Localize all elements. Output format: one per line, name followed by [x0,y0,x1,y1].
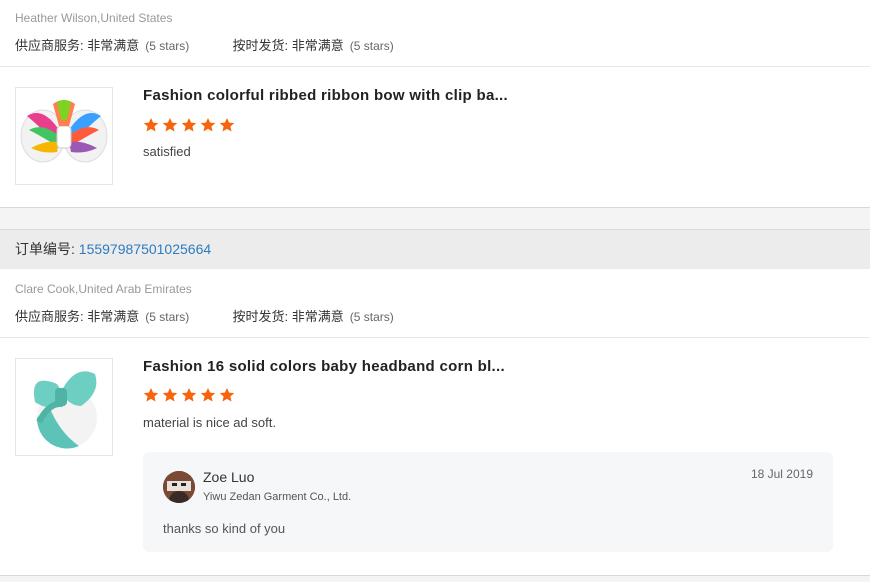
product-thumbnail[interactable] [15,358,113,456]
product-title[interactable]: Fashion colorful ribbed ribbon bow with … [143,87,508,104]
seller-ratings: 供应商服务: 非常满意 (5 stars) 按时发货: 非常满意 (5 stars) [15,35,394,54]
star-icon [200,118,216,132]
star-icon [162,118,178,132]
reply-date: 18 Jul 2019 [750,467,813,481]
avatar [163,471,195,503]
supplier-service-value: 非常满意 [87,309,140,324]
divider [0,337,870,338]
on-time-shipment-stars: (5 stars) [349,39,394,53]
supplier-service-value: 非常满意 [87,38,140,53]
star-icon [143,118,159,132]
review-card-2: Clare Cook,United Arab Emirates 供应商服务: 非… [0,269,870,576]
supplier-service-label: 供应商服务: [15,38,84,53]
supplier-service-stars: (5 stars) [145,310,190,324]
on-time-shipment-label: 按时发货: [232,309,289,324]
supplier-service-label: 供应商服务: [15,309,84,324]
reply-company: Yiwu Zedan Garment Co., Ltd. [203,491,352,503]
product-thumbnail[interactable] [15,87,113,185]
on-time-shipment-stars: (5 stars) [349,310,394,324]
review-comment: material is nice ad soft. [143,415,276,430]
on-time-shipment-value: 非常满意 [291,38,344,53]
divider [0,66,870,67]
star-icon [219,388,235,402]
mint-bow-headband-image [33,371,97,449]
on-time-shipment-value: 非常满意 [291,309,344,324]
order-number-link[interactable]: 15597987501025664 [79,241,211,257]
star-icon [181,388,197,402]
rainbow-ribbon-bow-image [20,100,108,163]
supplier-service-stars: (5 stars) [145,39,190,53]
star-rating [143,117,235,137]
star-rating [143,387,235,407]
seller-ratings: 供应商服务: 非常满意 (5 stars) 按时发货: 非常满意 (5 stars) [15,306,394,325]
order-number-bar: 订单编号: 15597987501025664 [0,229,870,269]
review-card-1: Heather Wilson,United States 供应商服务: 非常满意… [0,0,870,208]
star-icon [219,118,235,132]
star-icon [143,388,159,402]
star-icon [181,118,197,132]
reply-author-name: Zoe Luo [203,469,255,485]
supplier-reply: Zoe Luo Yiwu Zedan Garment Co., Ltd. 18 … [143,452,833,552]
product-title[interactable]: Fashion 16 solid colors baby headband co… [143,358,505,375]
on-time-shipment-label: 按时发货: [232,38,289,53]
star-icon [162,388,178,402]
reviewer-name: Clare Cook,United Arab Emirates [15,282,192,296]
reviewer-name: Heather Wilson,United States [15,11,173,25]
reply-text: thanks so kind of you [163,521,286,536]
review-comment: satisfied [143,144,191,159]
star-icon [200,388,216,402]
order-number-label: 订单编号: [15,241,75,257]
